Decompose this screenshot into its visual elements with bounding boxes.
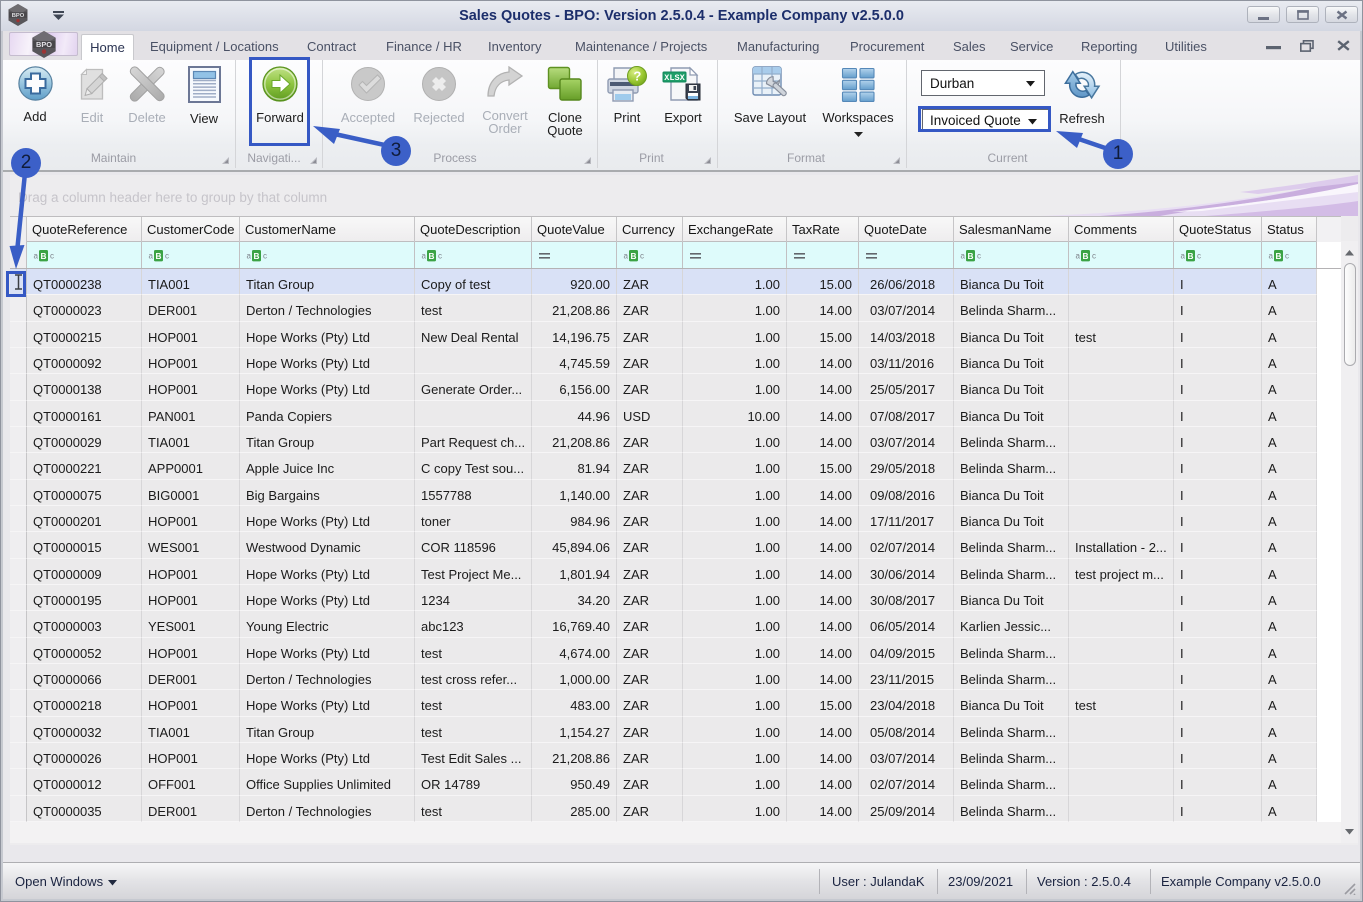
svg-text:a: a	[624, 252, 629, 261]
svg-text:a: a	[1076, 252, 1081, 261]
svg-text:XLSX: XLSX	[664, 73, 685, 83]
svg-text:a: a	[34, 252, 39, 261]
svg-text:B: B	[968, 251, 974, 261]
svg-text:a: a	[1181, 252, 1186, 261]
svg-text:B: B	[1276, 251, 1282, 261]
svg-text:c: c	[640, 252, 644, 261]
svg-text:B: B	[41, 251, 47, 261]
svg-text:c: c	[263, 252, 267, 261]
svg-text:B: B	[631, 251, 637, 261]
svg-text:c: c	[165, 252, 169, 261]
svg-text:c: c	[50, 252, 54, 261]
svg-text:?: ?	[633, 69, 641, 84]
svg-text:B: B	[1188, 251, 1194, 261]
svg-text:c: c	[1197, 252, 1201, 261]
svg-text:BPO: BPO	[36, 40, 52, 49]
svg-text:a: a	[149, 252, 154, 261]
svg-text:a: a	[1269, 252, 1274, 261]
svg-text:B: B	[429, 251, 435, 261]
svg-text:B: B	[1083, 251, 1089, 261]
svg-text:B: B	[254, 251, 260, 261]
svg-text:a: a	[422, 252, 427, 261]
svg-text:a: a	[247, 252, 252, 261]
svg-text:c: c	[977, 252, 981, 261]
svg-text:c: c	[1285, 252, 1289, 261]
svg-text:a: a	[961, 252, 966, 261]
svg-text:B: B	[156, 251, 162, 261]
svg-text:c: c	[1092, 252, 1096, 261]
svg-text:c: c	[438, 252, 442, 261]
